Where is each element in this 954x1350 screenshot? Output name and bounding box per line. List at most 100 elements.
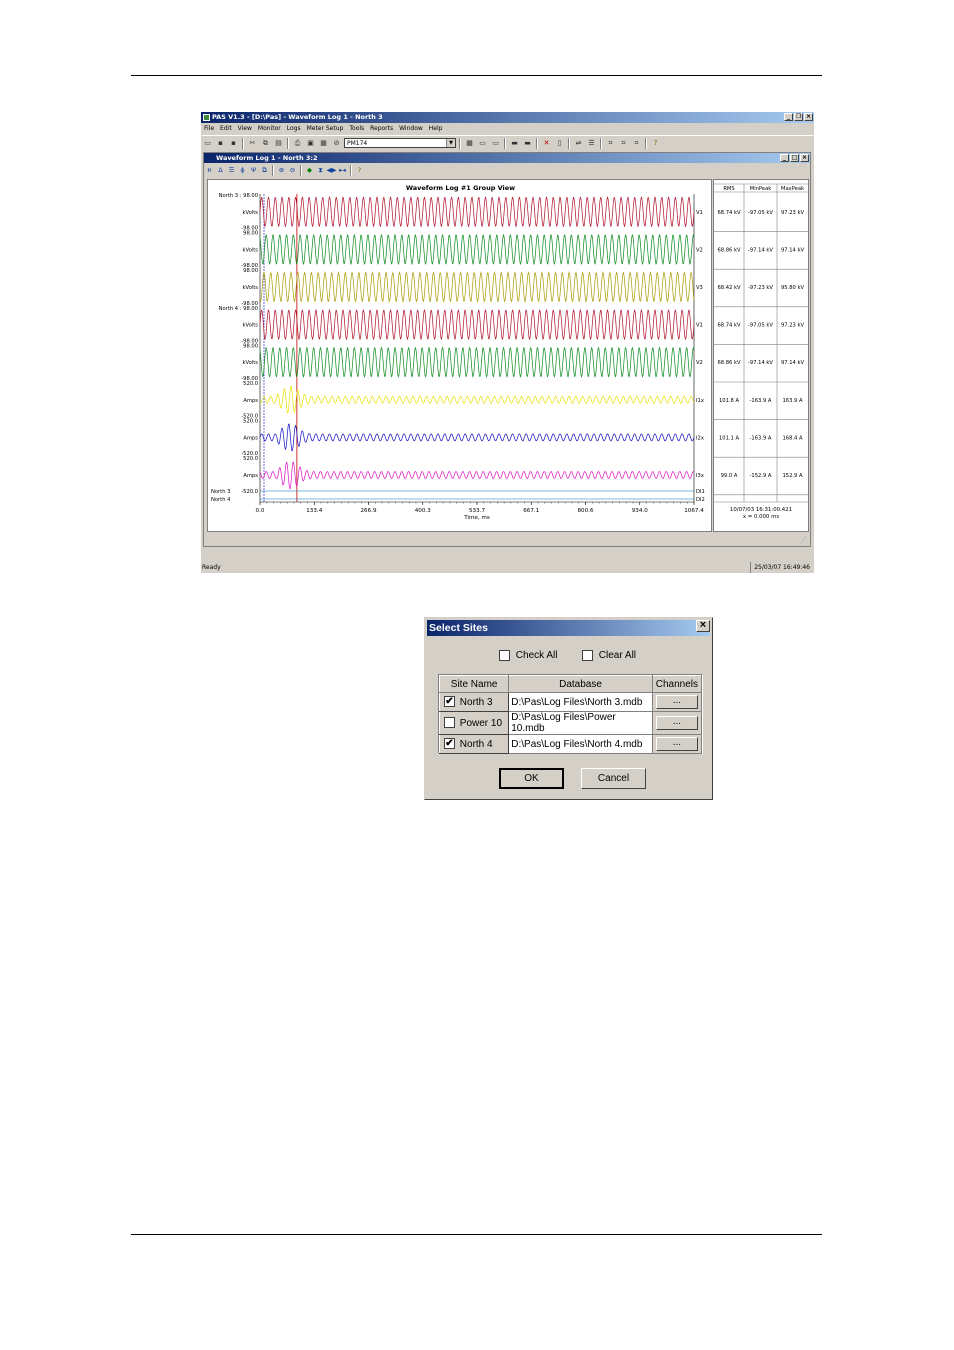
site-checkbox-power-10[interactable] [444,717,455,729]
database-path: D:\Pas\Log Files\North 4.mdb [508,734,653,754]
marker-icon[interactable]: ◆ [305,166,314,175]
print-preview-icon[interactable]: ▣ [305,138,316,149]
scale-icon[interactable]: Ψ [249,166,258,175]
help-icon[interactable]: ? [650,138,661,149]
site-checkbox-north-4[interactable]: ✔ [444,738,455,750]
options-icon[interactable]: ⧉ [260,166,269,175]
list-icon[interactable]: ☰ [586,138,597,149]
menu-bar: File Edit View Monitor Logs Meter Setup … [201,124,814,134]
channel-top-label: North 3 : 98.00 [219,193,258,199]
delete-icon[interactable]: ✕ [541,138,552,149]
ok-button[interactable]: OK [499,768,564,789]
channels-button[interactable]: ... [655,695,698,709]
paste-icon[interactable]: ▤ [273,138,284,149]
check-all-checkbox[interactable] [499,649,510,661]
copy-icon[interactable]: ⧉ [260,138,271,149]
waveform-plot: Waveform Log #1 Group View North 3 : 98.… [207,179,712,532]
check-all-option[interactable]: Check All [499,649,557,663]
channels-icon[interactable]: ☰ [227,166,236,175]
child-maximize-icon[interactable]: □ [790,154,799,162]
site-cell[interactable]: ✔ North 4 [438,734,510,754]
channel-top-label: 98.00 [243,268,258,274]
child-minimize-icon[interactable]: _ [780,154,789,162]
menu-file[interactable]: File [201,124,217,134]
waveform-svg: North 3 : 98.00kVolts-98.00V198.00kVolts… [211,193,705,521]
clear-all-label: Clear All [598,650,637,661]
cancel-button[interactable]: Cancel [581,768,646,789]
channel-unit-label: kVolts [242,285,258,291]
close-icon[interactable]: × [804,113,813,121]
chart-icon[interactable]: ▬ [522,138,533,149]
zoom-in-icon[interactable]: ⊕ [277,166,286,175]
child-close-icon[interactable]: × [800,154,809,162]
clear-all-checkbox[interactable] [582,649,593,661]
menu-view[interactable]: View [235,124,255,134]
vertical-zoom-icon[interactable]: ⧗ [316,166,325,175]
channel-bottom-label: -520.0 [241,489,258,495]
dialog-close-icon[interactable]: × [696,620,710,632]
tou-sys-icon[interactable]: ⌗ [618,138,629,149]
menu-meter-setup[interactable]: Meter Setup [304,124,347,134]
save-icon[interactable]: ▪ [215,138,226,149]
connect-icon[interactable]: ⊘ [331,138,342,149]
zoom-out-icon[interactable]: ⊖ [288,166,297,175]
open-folder-icon[interactable]: ▭ [202,138,213,149]
menu-edit[interactable]: Edit [217,124,235,134]
gen-icon[interactable]: ⌗ [605,138,616,149]
main-toolbar: ▭ ▪ ▪ ✂ ⧉ ▤ ⎙ ▣ ▦ ⊘ PM174 ▼ ▦ ▭ ▭ ▬ ▬ ✕ … [202,135,813,150]
print-icon[interactable]: ⎙ [292,138,303,149]
horizontal-zoom-icon[interactable]: ◀▶ [327,166,337,175]
site-cell[interactable]: Power 10 [438,711,510,735]
site-cell[interactable]: ✔ North 3 [438,692,510,712]
device-select[interactable]: PM174 ▼ [344,138,456,148]
rms-value: 68.74 kV [717,210,741,216]
delta-icon[interactable]: Δ [216,166,225,175]
overlap-icon[interactable]: ⧺ [205,166,214,175]
site-name: Power 10 [459,717,503,729]
channel-name-label: I1x [696,398,704,404]
menu-logs[interactable]: Logs [284,124,304,134]
table-header: RMS [723,186,734,192]
site-checkbox-north-3[interactable]: ✔ [444,696,455,708]
monitor-icon[interactable]: ▬ [509,138,520,149]
clear-all-option[interactable]: Clear All [582,649,636,663]
channels-cell: ... [651,692,703,712]
waveform-log-window: Waveform Log 1 - North 3:2 _ □ × ⧺ Δ ☰ ɸ… [203,152,811,547]
download-icon[interactable]: ▭ [490,138,501,149]
minimize-icon[interactable]: _ [784,113,793,121]
pas-main-window: PAS V1.3 - [D:\Pas] - Waveform Log 1 - N… [201,112,814,573]
max-peak-value: 168.4 A [782,435,802,441]
channels-button[interactable]: ... [655,737,698,751]
menu-reports[interactable]: Reports [367,124,396,134]
digital-site-label: North 3 [211,489,230,495]
min-peak-value: -97.14 kV [748,360,773,366]
menu-tools[interactable]: Tools [346,124,367,134]
channel-unit-label: kVolts [242,360,258,366]
table-row: ✔ North 4 D:\Pas\Log Files\North 4.mdb .… [438,734,703,754]
site-name: North 3 [459,696,493,708]
channels-cell: ... [651,734,703,754]
tou-icon[interactable]: ⌗ [631,138,642,149]
digital-site-label: North 4 [211,497,231,503]
channels-button[interactable]: ... [655,716,698,730]
cut-icon[interactable]: ✂ [247,138,258,149]
phasor-icon[interactable]: ɸ [238,166,247,175]
properties-icon[interactable]: ▦ [318,138,329,149]
save-all-icon[interactable]: ▪ [228,138,239,149]
reset-icon[interactable]: ⇌ [573,138,584,149]
scroll-icon[interactable]: ▸◂ [338,166,347,175]
min-peak-value: -97.23 kV [748,285,773,291]
database-path: D:\Pas\Log Files\Power 10.mdb [508,711,653,735]
menu-window[interactable]: Window [396,124,426,134]
stop-icon[interactable]: ▯ [554,138,565,149]
upload-icon[interactable]: ▭ [477,138,488,149]
waveform-trace-v3 [259,271,695,303]
chevron-down-icon[interactable]: ▼ [446,139,455,147]
waveform-trace-i3x [259,461,695,490]
menu-help[interactable]: Help [426,124,446,134]
child-help-icon[interactable]: ? [355,166,364,175]
size-grip-icon[interactable]: ⋰ [800,536,808,544]
menu-monitor[interactable]: Monitor [255,124,284,134]
restore-icon[interactable]: ❐ [794,113,803,121]
table-icon[interactable]: ▦ [464,138,475,149]
